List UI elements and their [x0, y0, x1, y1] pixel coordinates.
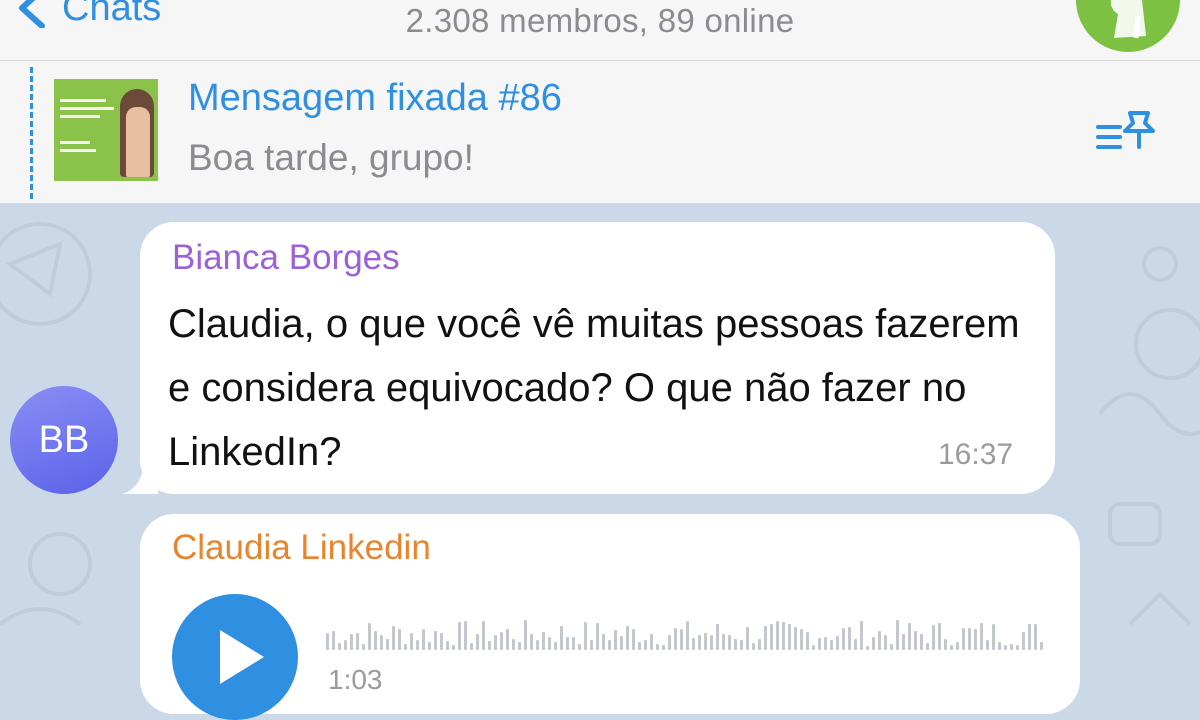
message-bubble[interactable]: Bianca Borges Claudia, o que você vê mui… [140, 222, 1055, 494]
message-time: 16:37 [938, 438, 1014, 471]
audio-duration: 1:03 [328, 664, 383, 695]
voice-message-bubble[interactable]: Claudia Linkedin 1:03 [140, 514, 1080, 720]
message-text: Claudia, o que você vê muitas pessoas fa… [168, 302, 1020, 474]
play-button[interactable] [172, 594, 298, 720]
pinned-title: Mensagem fixada #86 [188, 77, 562, 119]
avatar-initials: BB [38, 418, 90, 461]
group-avatar[interactable] [1076, 0, 1180, 52]
pinned-list-icon[interactable] [1094, 109, 1158, 155]
sender-name[interactable]: Claudia Linkedin [172, 528, 431, 568]
group-member-count: 2.308 membros, 89 online [405, 2, 795, 39]
avatar[interactable]: BB [10, 386, 118, 494]
horse-icon [1110, 0, 1146, 39]
chat-header: Chats 2.308 membros, 89 online [0, 0, 1200, 61]
pinned-indicator-line [30, 67, 36, 199]
play-icon [220, 630, 264, 684]
audio-waveform[interactable] [326, 616, 1046, 652]
pinned-text: Boa tarde, grupo! [188, 137, 474, 178]
sender-name[interactable]: Bianca Borges [172, 238, 400, 278]
pinned-message-bar[interactable]: Mensagem fixada #86 Boa tarde, grupo! [0, 61, 1200, 204]
pinned-thumbnail [54, 79, 158, 181]
